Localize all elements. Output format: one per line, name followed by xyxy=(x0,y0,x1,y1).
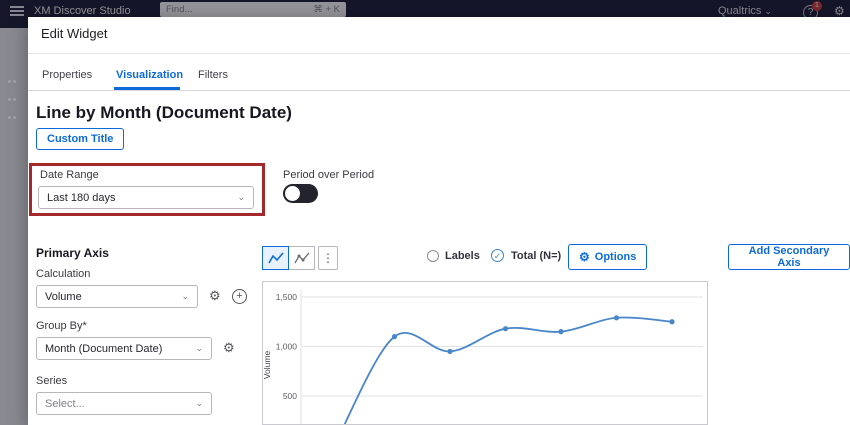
tab-visualization[interactable]: Visualization xyxy=(116,69,183,81)
add-secondary-axis-button[interactable]: Add Secondary Axis xyxy=(728,244,850,270)
svg-text:1,000: 1,000 xyxy=(276,342,298,352)
tab-filters[interactable]: Filters xyxy=(198,69,228,81)
group-by-value: Month (Document Date) xyxy=(45,343,162,355)
primary-axis-section-title: Primary Axis xyxy=(36,246,109,260)
total-label: Total (N=) xyxy=(511,250,561,262)
chevron-down-icon: ⌄ xyxy=(195,398,203,409)
group-by-settings-gear-icon[interactable]: ⚙ xyxy=(223,340,235,356)
chevron-down-icon: ⌄ xyxy=(237,192,245,203)
edit-widget-modal: Edit Widget Properties Visualization Fil… xyxy=(28,17,850,425)
calculation-select[interactable]: Volume ⌄ xyxy=(36,285,198,308)
screen: XM Discover Studio Find... ⌘ + K Qualtri… xyxy=(0,0,850,425)
divider xyxy=(28,90,850,91)
y-axis-title: Volume xyxy=(262,351,272,379)
labels-radio-label: Labels xyxy=(445,250,480,262)
modal-title: Edit Widget xyxy=(41,26,107,41)
chevron-down-icon: ⌄ xyxy=(181,291,189,302)
date-range-select[interactable]: Last 180 days ⌄ xyxy=(38,186,254,209)
options-button-label: Options xyxy=(595,251,637,263)
divider xyxy=(28,53,850,54)
period-over-period-label: Period over Period xyxy=(283,169,374,181)
labels-radio[interactable] xyxy=(427,250,439,262)
custom-title-button[interactable]: Custom Title xyxy=(36,128,124,150)
calculation-value: Volume xyxy=(45,291,82,303)
group-by-select[interactable]: Month (Document Date) ⌄ xyxy=(36,337,212,360)
dotted-line-chart-icon xyxy=(294,251,310,265)
svg-text:500: 500 xyxy=(283,391,297,401)
period-over-period-toggle[interactable] xyxy=(283,184,318,203)
svg-text:1,500: 1,500 xyxy=(276,292,298,302)
line-chart-icon xyxy=(268,251,284,265)
series-placeholder: Select... xyxy=(45,398,85,410)
date-range-value: Last 180 days xyxy=(47,192,116,204)
group-by-label: Group By* xyxy=(36,320,87,332)
toggle-knob xyxy=(285,186,300,201)
line-chart: 1,500 1,000 500 xyxy=(263,282,708,425)
series-select[interactable]: Select... ⌄ xyxy=(36,392,212,415)
spline-chart-type-button[interactable] xyxy=(288,246,315,270)
gear-icon: ⚙ xyxy=(579,250,590,264)
line-chart-type-button[interactable] xyxy=(262,246,289,270)
options-button[interactable]: ⚙ Options xyxy=(568,244,647,270)
chart-options-kebab-icon[interactable]: ⋮ xyxy=(318,246,338,270)
tab-properties[interactable]: Properties xyxy=(42,69,92,81)
chart-preview-panel: Volume 1,500 1,000 500 xyxy=(262,281,708,425)
date-range-label: Date Range xyxy=(40,169,99,181)
chevron-down-icon: ⌄ xyxy=(195,343,203,354)
drag-handle-icon[interactable] xyxy=(7,71,17,125)
add-metric-plus-icon[interactable]: + xyxy=(232,289,247,304)
widget-title: Line by Month (Document Date) xyxy=(36,103,292,123)
total-check-icon[interactable]: ✓ xyxy=(491,249,504,262)
series-label: Series xyxy=(36,375,67,387)
calculation-label: Calculation xyxy=(36,268,90,280)
calculation-settings-gear-icon[interactable]: ⚙ xyxy=(209,288,221,304)
